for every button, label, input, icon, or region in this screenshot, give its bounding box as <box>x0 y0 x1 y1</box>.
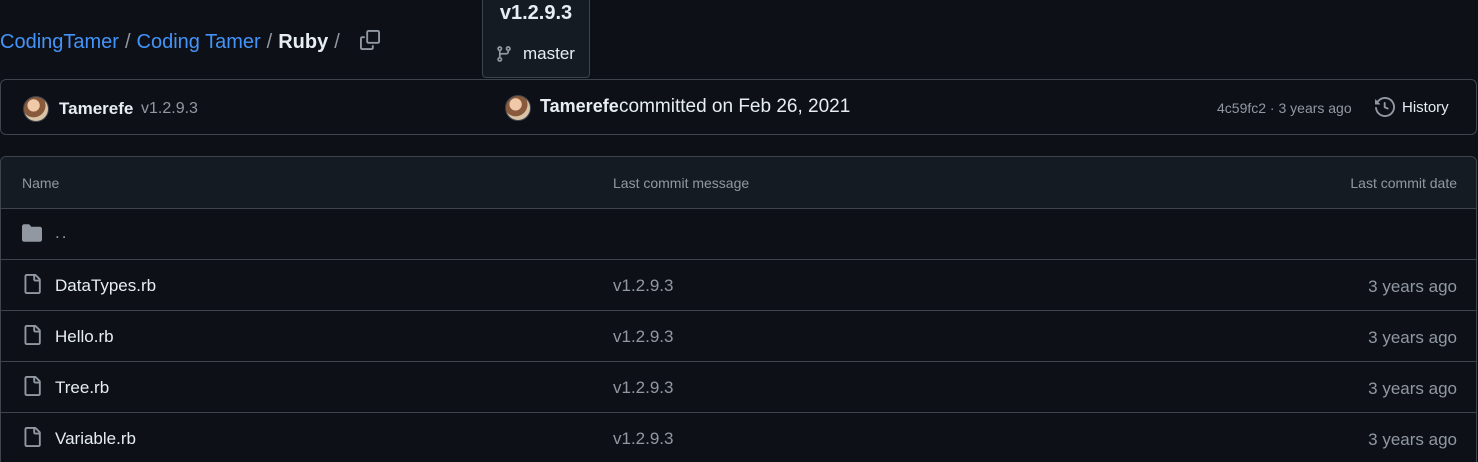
breadcrumb-owner-link[interactable]: CodingTamer <box>0 31 119 54</box>
avatar[interactable] <box>505 95 531 121</box>
commit-author-link[interactable]: Tamerefe <box>540 96 619 117</box>
breadcrumb-current-folder: Ruby <box>278 30 329 53</box>
git-branch-icon <box>497 46 511 62</box>
table-row: Variable.rb v1.2.9.3 3 years ago <box>1 413 1476 462</box>
commit-date-text: committed on Feb 26, 2021 <box>619 96 851 117</box>
file-name-link[interactable]: Variable.rb <box>55 429 136 449</box>
parent-directory-link[interactable]: .. <box>55 223 68 243</box>
file-name-link[interactable]: Hello.rb <box>55 327 114 347</box>
commit-date: 3 years ago <box>1368 379 1457 398</box>
history-label: History <box>1402 98 1449 116</box>
breadcrumb-separator: / <box>334 30 340 53</box>
branch-name: master <box>523 44 575 63</box>
folder-author-link[interactable]: Tamerefe <box>59 99 133 119</box>
file-table: Name Last commit message Last commit dat… <box>0 156 1477 462</box>
parent-directory-row[interactable]: .. <box>1 209 1476 260</box>
breadcrumb-repo-link[interactable]: Coding Tamer <box>137 31 261 54</box>
table-header: Name Last commit message Last commit dat… <box>1 157 1476 209</box>
folder-commit-tag[interactable]: v1.2.9.3 <box>141 100 198 118</box>
column-header-name: Name <box>22 175 60 191</box>
file-icon <box>24 274 41 294</box>
commit-message-link[interactable]: v1.2.9.3 <box>613 327 674 347</box>
commit-date: 3 years ago <box>1368 277 1457 296</box>
file-name-link[interactable]: DataTypes.rb <box>55 276 156 296</box>
repo-folder-view: CodingTamer / Coding Tamer / Ruby / v1.2… <box>0 0 1478 462</box>
breadcrumb-separator: / <box>124 30 131 53</box>
table-row: Tree.rb v1.2.9.3 3 years ago <box>1 362 1476 413</box>
ref-picker[interactable]: v1.2.9.3 master <box>482 0 590 78</box>
breadcrumb: CodingTamer / Coding Tamer / Ruby / <box>0 28 346 56</box>
column-header-message: Last commit message <box>613 175 750 191</box>
branch-selector[interactable]: master <box>495 44 575 64</box>
avatar[interactable] <box>23 96 49 122</box>
folder-icon <box>22 224 42 242</box>
table-row: DataTypes.rb v1.2.9.3 3 years ago <box>1 260 1476 311</box>
copy-icon <box>360 30 380 50</box>
history-icon <box>1375 97 1395 117</box>
commit-message-link[interactable]: v1.2.9.3 <box>613 429 674 449</box>
history-button[interactable]: History <box>1375 97 1449 117</box>
file-icon <box>24 376 41 396</box>
ref-tag-label: v1.2.9.3 <box>499 2 573 24</box>
column-header-date: Last commit date <box>1350 175 1457 191</box>
file-name-link[interactable]: Tree.rb <box>55 378 109 398</box>
breadcrumb-separator: / <box>266 30 273 53</box>
commit-message-link[interactable]: v1.2.9.3 <box>613 276 674 296</box>
latest-commit-bar: Tamerefe v1.2.9.3 Tamerefe committed on … <box>0 79 1477 135</box>
file-icon <box>24 427 41 447</box>
commit-message-link[interactable]: v1.2.9.3 <box>613 378 674 398</box>
commit-sha-link[interactable]: 4c59fc2 · 3 years ago <box>1217 100 1352 116</box>
file-icon <box>24 325 41 345</box>
commit-date: 3 years ago <box>1368 430 1457 449</box>
table-row: Hello.rb v1.2.9.3 3 years ago <box>1 311 1476 362</box>
copy-path-button[interactable] <box>358 28 382 52</box>
commit-date: 3 years ago <box>1368 328 1457 347</box>
